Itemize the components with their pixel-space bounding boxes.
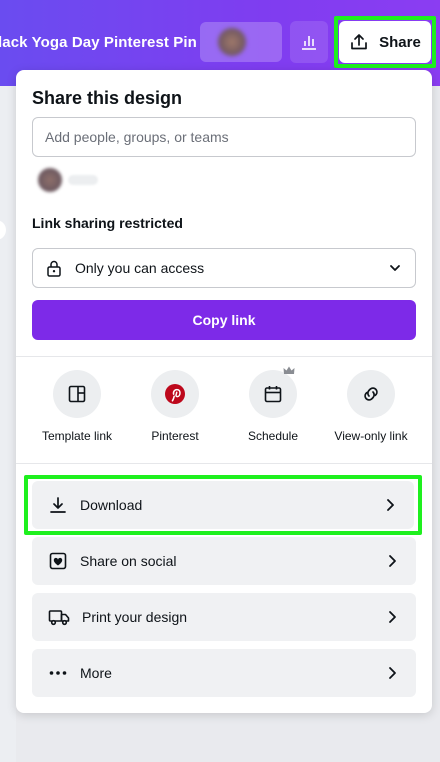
template-link-action[interactable]: Template link (27, 370, 127, 443)
canvas-area (0, 86, 16, 762)
truck-icon (48, 610, 70, 626)
access-level-select[interactable]: Only you can access (32, 248, 416, 288)
share-button-highlight: Share (334, 16, 436, 68)
canvas-handle[interactable] (0, 220, 6, 240)
collaborator-avatars[interactable] (200, 22, 282, 62)
share-button[interactable]: Share (339, 21, 431, 63)
member-avatar (32, 166, 102, 194)
pinterest-action[interactable]: Pinterest (125, 370, 225, 443)
chevron-down-icon (387, 260, 403, 276)
access-level-value: Only you can access (75, 260, 205, 276)
heart-icon (49, 552, 67, 570)
download-row-highlight: Download (24, 475, 422, 535)
more-dots-icon (49, 671, 67, 675)
quick-actions: Template link Pinterest Schedule View-on… (16, 366, 432, 450)
view-only-link-label: View-only link (334, 429, 408, 443)
chevron-right-icon (384, 609, 400, 625)
share-button-label: Share (379, 33, 421, 51)
share-panel: Share this design Link sharing restricte… (16, 70, 432, 713)
template-link-label: Template link (41, 429, 113, 443)
schedule-action[interactable]: Schedule (223, 366, 323, 443)
print-your-design-row[interactable]: Print your design (32, 593, 416, 641)
design-title[interactable]: lack Yoga Day Pinterest Pin (0, 34, 197, 51)
insights-button[interactable] (290, 21, 328, 63)
template-icon (68, 385, 86, 403)
chevron-right-icon (382, 497, 398, 513)
more-row[interactable]: More (32, 649, 416, 697)
lock-icon (47, 260, 61, 277)
schedule-label: Schedule (247, 429, 299, 443)
link-icon (364, 387, 378, 401)
add-people-input[interactable] (32, 117, 416, 157)
crown-icon (283, 366, 295, 374)
bar-chart-icon (302, 36, 316, 50)
panel-title: Share this design (32, 88, 183, 108)
download-label: Download (80, 497, 143, 513)
divider (16, 463, 432, 464)
view-only-link-action[interactable]: View-only link (321, 370, 421, 443)
print-your-design-label: Print your design (82, 609, 188, 625)
chevron-right-icon (384, 553, 400, 569)
share-on-social-label: Share on social (80, 553, 177, 569)
share-on-social-row[interactable]: Share on social (32, 537, 416, 585)
download-row[interactable]: Download (32, 481, 414, 529)
upload-icon (351, 34, 367, 50)
copy-link-button[interactable]: Copy link (32, 300, 416, 340)
divider (16, 356, 432, 357)
download-icon (50, 497, 66, 513)
pinterest-icon (165, 384, 185, 404)
more-label: More (80, 665, 112, 681)
link-sharing-label: Link sharing restricted (32, 215, 183, 231)
chevron-right-icon (384, 665, 400, 681)
calendar-icon (264, 386, 282, 403)
pinterest-label: Pinterest (151, 429, 199, 443)
